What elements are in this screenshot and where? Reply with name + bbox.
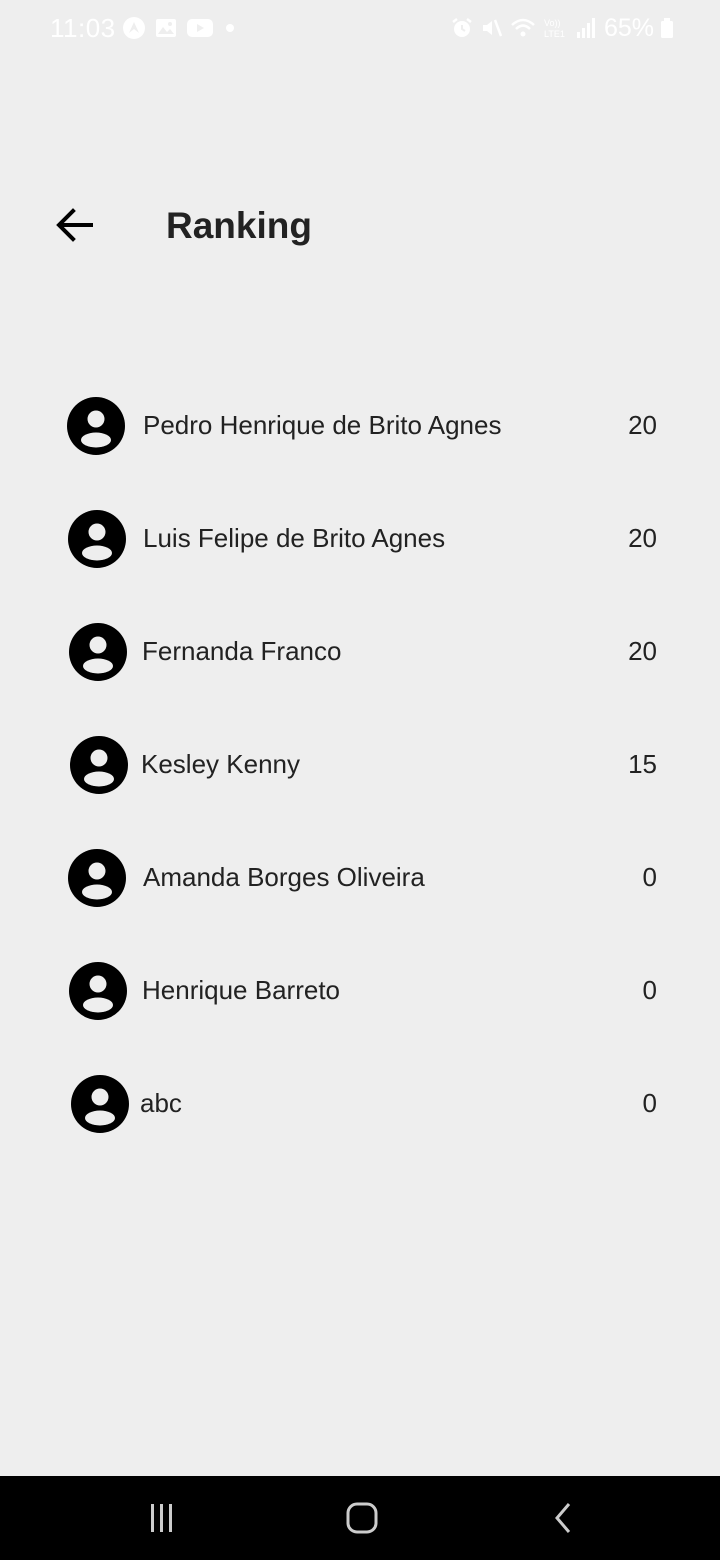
avatar-icon bbox=[69, 962, 127, 1020]
status-bar: 11:03 Vo)) LTE1 65% bbox=[0, 0, 720, 56]
battery-icon bbox=[660, 16, 674, 40]
player-score: 0 bbox=[642, 975, 657, 1005]
back-button[interactable] bbox=[50, 200, 100, 250]
alarm-icon bbox=[450, 16, 474, 40]
page-title: Ranking bbox=[166, 205, 312, 246]
ranking-row: abc 0 bbox=[0, 1047, 720, 1160]
player-name: Amanda Borges Oliveira bbox=[143, 862, 425, 892]
ranking-row: Amanda Borges Oliveira 0 bbox=[0, 821, 720, 934]
avatar-icon bbox=[69, 623, 127, 681]
signal-icon bbox=[576, 16, 596, 40]
avatar-icon bbox=[70, 736, 128, 794]
ranking-row: Henrique Barreto 0 bbox=[0, 934, 720, 1047]
status-time: 11:03 bbox=[50, 13, 116, 43]
player-score: 20 bbox=[628, 523, 657, 553]
svg-text:Vo)): Vo)) bbox=[544, 18, 561, 28]
system-back-button[interactable] bbox=[541, 1496, 585, 1540]
player-score: 0 bbox=[642, 1088, 657, 1118]
player-score: 15 bbox=[628, 749, 657, 779]
recent-apps-icon bbox=[151, 1504, 172, 1532]
ranking-row: Luis Felipe de Brito Agnes 20 bbox=[0, 482, 720, 595]
avatar-icon bbox=[68, 849, 126, 907]
youtube-icon bbox=[186, 16, 214, 40]
home-icon bbox=[346, 1502, 378, 1534]
ranking-row: Kesley Kenny 15 bbox=[0, 708, 720, 821]
player-name: abc bbox=[140, 1088, 182, 1118]
ranking-row: Pedro Henrique de Brito Agnes 20 bbox=[0, 369, 720, 482]
mute-icon bbox=[480, 16, 504, 40]
svg-text:LTE1: LTE1 bbox=[544, 29, 565, 39]
avatar-icon bbox=[71, 1075, 129, 1133]
avatar-icon bbox=[68, 510, 126, 568]
player-score: 0 bbox=[642, 862, 657, 892]
notification-dot bbox=[226, 24, 234, 32]
wifi-icon bbox=[510, 16, 536, 40]
volte-lte-icon: Vo)) LTE1 bbox=[542, 16, 570, 40]
status-left-icons bbox=[122, 14, 234, 42]
navigation-app-icon bbox=[122, 16, 146, 40]
avatar-icon bbox=[67, 397, 125, 455]
ranking-list: Pedro Henrique de Brito Agnes 20 Luis Fe… bbox=[0, 369, 720, 1160]
arrow-left-icon bbox=[56, 208, 93, 242]
player-score: 20 bbox=[628, 410, 657, 440]
player-name: Luis Felipe de Brito Agnes bbox=[143, 523, 446, 553]
back-chevron-icon bbox=[555, 1503, 571, 1533]
battery-percentage: 65% bbox=[603, 14, 654, 42]
player-name: Pedro Henrique de Brito Agnes bbox=[143, 410, 502, 440]
gallery-icon bbox=[154, 16, 178, 40]
player-name: Fernanda Franco bbox=[142, 636, 342, 666]
player-score: 20 bbox=[628, 636, 657, 666]
status-right-icons: Vo)) LTE1 65% bbox=[444, 12, 674, 44]
recent-apps-button[interactable] bbox=[139, 1496, 183, 1540]
ranking-row: Fernanda Franco 20 bbox=[0, 595, 720, 708]
home-button[interactable] bbox=[340, 1496, 384, 1540]
system-navigation-bar bbox=[0, 1476, 720, 1560]
player-name: Henrique Barreto bbox=[142, 975, 340, 1005]
player-name: Kesley Kenny bbox=[141, 749, 300, 779]
